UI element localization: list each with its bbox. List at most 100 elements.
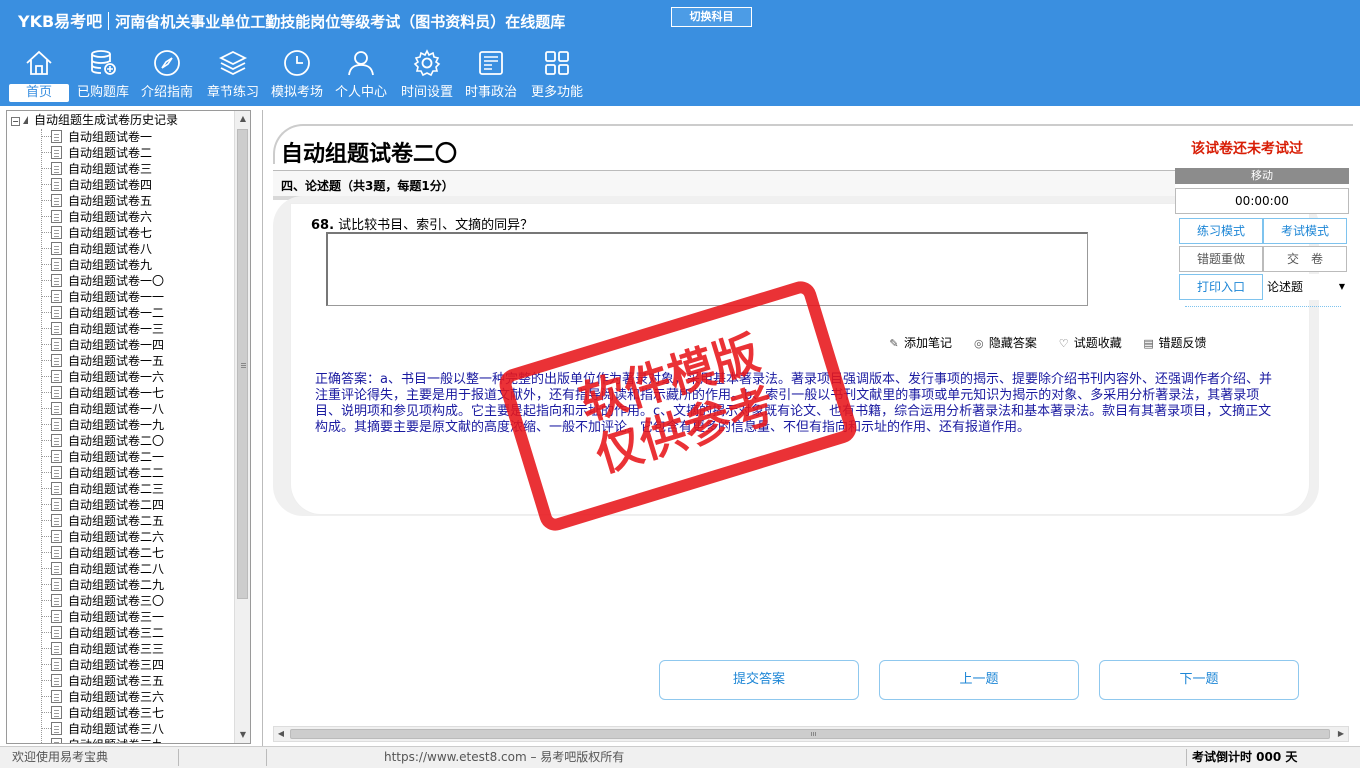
tree-scrollbar[interactable]: ▲ ▼ [234, 111, 250, 743]
tree-item-label: 自动组题试卷九 [68, 258, 153, 272]
nav-purchased[interactable]: 已购题库 [72, 48, 134, 104]
tree-item-label: 自动组题试卷五 [68, 194, 153, 208]
tree-item[interactable]: 自动组题试卷一三 [41, 321, 164, 337]
tree-item[interactable]: 自动组题试卷三六 [41, 689, 164, 705]
tree-item[interactable]: 自动组题试卷二九 [41, 577, 164, 593]
question-stem: 试比较书目、索引、文摘的同异？ [338, 218, 534, 233]
question-type-select[interactable]: 论述题 ▼ [1263, 274, 1349, 300]
scroll-thumb[interactable] [290, 729, 1330, 739]
tree-item-label: 自动组题试卷二七 [68, 546, 165, 560]
scroll-left-icon[interactable]: ◀ [274, 727, 288, 741]
nav-profile[interactable]: 个人中心 [330, 48, 392, 104]
submit-answer-button[interactable]: 提交答案 [659, 660, 859, 700]
document-icon [51, 178, 62, 191]
next-question-button[interactable]: 下一题 [1099, 660, 1299, 700]
tree-item[interactable]: 自动组题试卷一四 [41, 337, 164, 353]
document-icon [51, 434, 62, 447]
tree-item[interactable]: 自动组题试卷四 [41, 177, 152, 193]
tree-item[interactable]: 自动组题试卷三五 [41, 673, 164, 689]
add-note-button[interactable]: ✎ 添加笔记 [887, 334, 952, 351]
nav-label: 已购题库 [76, 85, 129, 100]
tree-item[interactable]: 自动组题试卷二五 [41, 513, 164, 529]
document-icon [51, 226, 62, 239]
tree-item[interactable]: 自动组题试卷三二 [41, 625, 164, 641]
tree-item[interactable]: 自动组题试卷一九 [41, 417, 164, 433]
question-number: 68. [311, 218, 335, 233]
home-icon [26, 50, 52, 75]
tree-item[interactable]: 自动组题试卷一六 [41, 369, 164, 385]
tree-item[interactable]: 自动组题试卷三九 [41, 737, 164, 743]
print-button[interactable]: 打印入口 [1179, 274, 1263, 300]
error-feedback-button[interactable]: ▤ 错题反馈 [1142, 334, 1206, 351]
tree-item[interactable]: 自动组题试卷二七 [41, 545, 164, 561]
tree-item[interactable]: 自动组题试卷七 [41, 225, 152, 241]
switch-subject-button[interactable]: 切换科目 [671, 7, 752, 27]
scroll-up-icon[interactable]: ▲ [235, 111, 250, 127]
app-logo: YKB易考吧 河南省机关事业单位工勤技能岗位等级考试（图书资料员）在线题库 [18, 8, 565, 32]
tree-item[interactable]: 自动组题试卷三一 [41, 609, 164, 625]
move-handle[interactable]: 移动 [1175, 168, 1349, 184]
document-icon [51, 738, 62, 743]
tree-item[interactable]: 自动组题试卷二〇 [41, 433, 164, 449]
redo-wrong-button[interactable]: 错题重做 [1179, 246, 1263, 272]
tree-item[interactable]: 自动组题试卷二 [41, 145, 152, 161]
tree-item[interactable]: 自动组题试卷三七 [41, 705, 164, 721]
practice-mode-button[interactable]: 练习模式 [1179, 218, 1263, 244]
tree-item[interactable]: 自动组题试卷一七 [41, 385, 164, 401]
tree-item[interactable]: 自动组题试卷一 [41, 129, 152, 145]
tree-item-label: 自动组题试卷三 [68, 162, 153, 176]
tree-item[interactable]: 自动组题试卷二三 [41, 481, 164, 497]
favorite-button[interactable]: ♡ 试题收藏 [1057, 334, 1122, 351]
tree-item-label: 自动组题试卷二二 [68, 466, 165, 480]
nav-current-affairs[interactable]: 时事政治 [460, 48, 522, 104]
nav-more[interactable]: 更多功能 [526, 48, 588, 104]
prev-question-button[interactable]: 上一题 [879, 660, 1079, 700]
answer-input[interactable] [326, 232, 1088, 306]
tree-item[interactable]: 自动组题试卷一五 [41, 353, 164, 369]
exam-mode-button[interactable]: 考试模式 [1263, 218, 1347, 244]
tree-item[interactable]: 自动组题试卷六 [41, 209, 152, 225]
document-icon [51, 450, 62, 463]
tree-item[interactable]: 自动组题试卷二二 [41, 465, 164, 481]
nav-time-settings[interactable]: 时间设置 [396, 48, 458, 104]
tree-item[interactable]: 自动组题试卷一二 [41, 305, 164, 321]
logo-text: YKB易考吧 [18, 12, 103, 31]
nav-label: 时间设置 [400, 85, 453, 100]
scroll-right-icon[interactable]: ▶ [1334, 727, 1348, 741]
document-icon [51, 690, 62, 703]
scroll-down-icon[interactable]: ▼ [235, 727, 250, 743]
tree-item[interactable]: 自动组题试卷三三 [41, 641, 164, 657]
document-icon [51, 370, 62, 383]
tree-item[interactable]: 自动组题试卷一〇 [41, 273, 164, 289]
tree-item[interactable]: 自动组题试卷三八 [41, 721, 164, 737]
tree-root[interactable]: − 自动组题生成试卷历史记录 [11, 112, 178, 128]
tree-item-label: 自动组题试卷一 [68, 130, 153, 144]
document-icon [51, 306, 62, 319]
nav-chapter[interactable]: 章节练习 [202, 48, 264, 104]
tree-item[interactable]: 自动组题试卷三四 [41, 657, 164, 673]
tree-item[interactable]: 自动组题试卷一八 [41, 401, 164, 417]
tree-item[interactable]: 自动组题试卷九 [41, 257, 152, 273]
tree-item-label: 自动组题试卷一五 [68, 354, 165, 368]
tree-item-label: 自动组题试卷三一 [68, 610, 165, 624]
tree-item[interactable]: 自动组题试卷八 [41, 241, 152, 257]
nav-mock-exam[interactable]: 模拟考场 [266, 48, 328, 104]
hide-answer-button[interactable]: ◎ 隐藏答案 [972, 334, 1037, 351]
document-icon [51, 610, 62, 623]
nav-home[interactable]: 首页 [8, 48, 70, 104]
tree-item[interactable]: 自动组题试卷二八 [41, 561, 164, 577]
status-bar: 欢迎使用易考宝典 https://www.etest8.com – 易考吧版权所… [0, 746, 1360, 768]
horizontal-scrollbar[interactable]: ◀ ▶ [273, 726, 1349, 742]
tree-item[interactable]: 自动组题试卷二六 [41, 529, 164, 545]
tree-item[interactable]: 自动组题试卷二一 [41, 449, 164, 465]
tree-item[interactable]: 自动组题试卷三 [41, 161, 152, 177]
scroll-thumb[interactable] [237, 129, 248, 599]
tree-item[interactable]: 自动组题试卷五 [41, 193, 152, 209]
nav-guide[interactable]: 介绍指南 [136, 48, 198, 104]
tree-item[interactable]: 自动组题试卷三〇 [41, 593, 164, 609]
collapse-icon[interactable]: − [11, 117, 20, 126]
tree-item[interactable]: 自动组题试卷二四 [41, 497, 164, 513]
submit-paper-button[interactable]: 交 卷 [1263, 246, 1347, 272]
tree-item[interactable]: 自动组题试卷一一 [41, 289, 164, 305]
document-icon [51, 482, 62, 495]
